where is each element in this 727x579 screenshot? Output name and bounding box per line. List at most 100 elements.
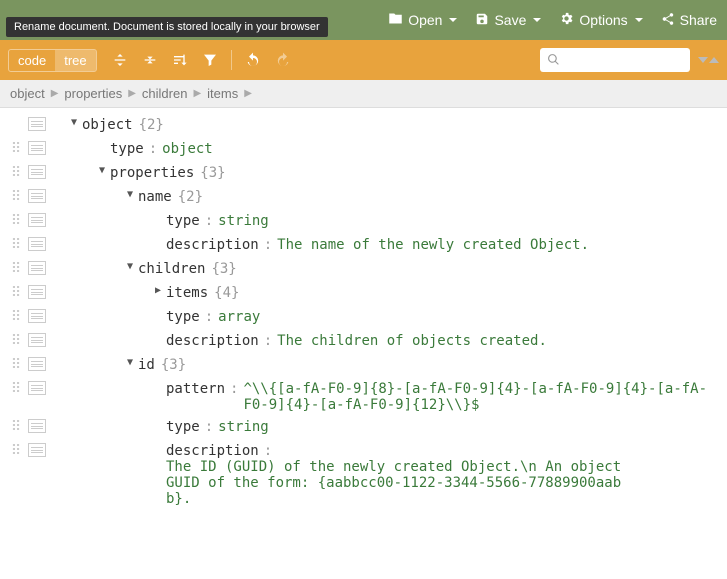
context-menu-icon[interactable] bbox=[28, 213, 46, 227]
toggle-icon[interactable]: ▼ bbox=[66, 117, 82, 128]
colon: : bbox=[205, 213, 213, 229]
node-key[interactable]: description bbox=[166, 443, 259, 459]
node-key[interactable]: object bbox=[82, 117, 133, 133]
search-next-icon[interactable] bbox=[698, 57, 708, 63]
drag-handle-icon[interactable]: ⠿ bbox=[4, 419, 28, 435]
node-key[interactable]: type bbox=[166, 213, 200, 229]
node-value[interactable]: string bbox=[218, 213, 269, 229]
node-key[interactable]: description bbox=[166, 333, 259, 349]
tree-row: ⠿ type: array bbox=[4, 306, 723, 330]
colon: : bbox=[149, 141, 157, 157]
context-menu-icon[interactable] bbox=[28, 381, 46, 395]
node-key[interactable]: id bbox=[138, 357, 155, 373]
tree-row: ▼ object {2} bbox=[4, 114, 723, 138]
drag-handle-icon[interactable]: ⠿ bbox=[4, 189, 28, 205]
node-value[interactable]: The ID (GUID) of the newly created Objec… bbox=[166, 459, 636, 507]
node-key[interactable]: type bbox=[166, 309, 200, 325]
crumb[interactable]: properties bbox=[64, 86, 122, 101]
context-menu-icon[interactable] bbox=[28, 117, 46, 131]
filter-icon[interactable] bbox=[197, 47, 223, 73]
node-key[interactable]: type bbox=[166, 419, 200, 435]
toggle-icon[interactable]: ▼ bbox=[122, 357, 138, 368]
context-menu-icon[interactable] bbox=[28, 285, 46, 299]
node-value[interactable]: object bbox=[162, 141, 213, 157]
node-value[interactable]: ^\\{[a-fA-F0-9]{8}-[a-fA-F0-9]{4}-[a-fA-… bbox=[243, 381, 713, 413]
tree-row: ⠿ type: object bbox=[4, 138, 723, 162]
drag-handle-icon[interactable]: ⠿ bbox=[4, 285, 28, 301]
undo-icon[interactable] bbox=[240, 47, 266, 73]
open-button[interactable]: Open bbox=[388, 11, 457, 29]
context-menu-icon[interactable] bbox=[28, 419, 46, 433]
node-count: {2} bbox=[139, 117, 164, 133]
context-menu-icon[interactable] bbox=[28, 309, 46, 323]
context-menu-icon[interactable] bbox=[28, 357, 46, 371]
drag-handle-icon[interactable]: ⠿ bbox=[4, 357, 28, 373]
node-key[interactable]: children bbox=[138, 261, 205, 277]
crumb[interactable]: children bbox=[142, 86, 188, 101]
expand-all-icon[interactable] bbox=[107, 47, 133, 73]
options-button[interactable]: Options bbox=[559, 11, 642, 29]
node-key[interactable]: description bbox=[166, 237, 259, 253]
context-menu-icon[interactable] bbox=[28, 189, 46, 203]
caret-down-icon bbox=[533, 18, 541, 22]
tree-row: ⠿type:string bbox=[4, 416, 723, 440]
drag-handle-icon[interactable]: ⠿ bbox=[4, 381, 28, 397]
crumb[interactable]: object bbox=[10, 86, 45, 101]
share-button[interactable]: Share bbox=[661, 11, 717, 29]
colon: : bbox=[230, 381, 238, 397]
tool-search bbox=[540, 48, 719, 72]
node-count: {3} bbox=[211, 261, 236, 277]
rename-tooltip: Rename document. Document is stored loca… bbox=[6, 17, 328, 37]
node-key[interactable]: properties bbox=[110, 165, 194, 181]
tree-row: ⠿description:The ID (GUID) of the newly … bbox=[4, 440, 723, 510]
context-menu-icon[interactable] bbox=[28, 333, 46, 347]
tree-row: ⠿▼properties{3} bbox=[4, 162, 723, 186]
context-menu-icon[interactable] bbox=[28, 237, 46, 251]
toggle-icon[interactable]: ▶ bbox=[150, 285, 166, 296]
save-button[interactable]: Save bbox=[475, 11, 541, 29]
chevron-right-icon: ▶ bbox=[51, 88, 59, 99]
redo-icon[interactable] bbox=[270, 47, 296, 73]
context-menu-icon[interactable] bbox=[28, 261, 46, 275]
chevron-right-icon: ▶ bbox=[128, 88, 136, 99]
share-icon bbox=[661, 12, 675, 29]
crumb[interactable]: items bbox=[207, 86, 238, 101]
node-key[interactable]: type bbox=[110, 141, 144, 157]
toggle-icon[interactable]: ▼ bbox=[122, 189, 138, 200]
chevron-right-icon: ▶ bbox=[193, 88, 201, 99]
breadcrumb: object ▶ properties ▶ children ▶ items ▶ bbox=[0, 80, 727, 108]
drag-handle-icon[interactable]: ⠿ bbox=[4, 333, 28, 349]
mode-toggle: code tree bbox=[8, 49, 97, 72]
context-menu-icon[interactable] bbox=[28, 443, 46, 457]
node-value[interactable]: string bbox=[218, 419, 269, 435]
node-value[interactable]: The children of objects created. bbox=[277, 333, 547, 349]
context-menu-icon[interactable] bbox=[28, 141, 46, 155]
node-value[interactable]: The name of the newly created Object. bbox=[277, 237, 589, 253]
node-key[interactable]: name bbox=[138, 189, 172, 205]
mode-tree[interactable]: tree bbox=[55, 50, 95, 71]
drag-handle-icon[interactable]: ⠿ bbox=[4, 309, 28, 325]
node-key[interactable]: items bbox=[166, 285, 208, 301]
toggle-icon[interactable]: ▼ bbox=[122, 261, 138, 272]
tree-view: ▼ object {2} ⠿type:object⠿▼properties{3}… bbox=[0, 108, 727, 520]
drag-handle-icon[interactable]: ⠿ bbox=[4, 261, 28, 277]
search-input[interactable] bbox=[540, 48, 690, 72]
sort-icon[interactable] bbox=[167, 47, 193, 73]
toggle-icon[interactable]: ▼ bbox=[94, 165, 110, 176]
drag-handle-icon[interactable]: ⠿ bbox=[4, 141, 28, 157]
drag-handle-icon[interactable]: ⠿ bbox=[4, 213, 28, 229]
search-prev-icon[interactable] bbox=[709, 57, 719, 63]
drag-handle-icon[interactable]: ⠿ bbox=[4, 443, 28, 459]
node-key[interactable]: pattern bbox=[166, 381, 225, 397]
colon: : bbox=[205, 309, 213, 325]
caret-down-icon bbox=[635, 18, 643, 22]
node-count: {4} bbox=[214, 285, 239, 301]
drag-handle-icon[interactable]: ⠿ bbox=[4, 165, 28, 181]
context-menu-icon[interactable] bbox=[28, 165, 46, 179]
mode-code[interactable]: code bbox=[9, 50, 55, 71]
drag-handle-icon[interactable]: ⠿ bbox=[4, 237, 28, 253]
collapse-all-icon[interactable] bbox=[137, 47, 163, 73]
tree-row: ⠿▼id{3} bbox=[4, 354, 723, 378]
gear-icon bbox=[559, 11, 574, 29]
node-value[interactable]: array bbox=[218, 309, 260, 325]
